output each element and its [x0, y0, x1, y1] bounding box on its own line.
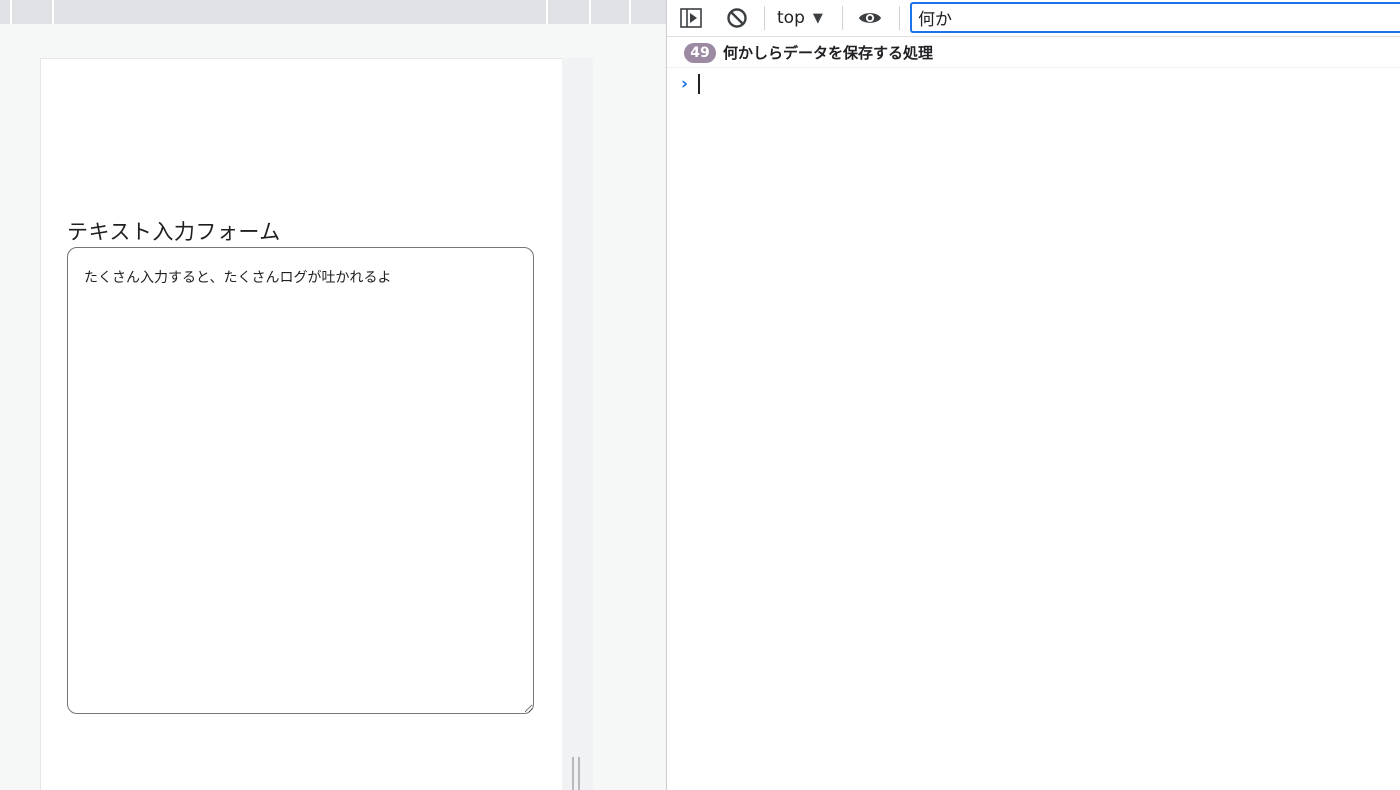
- devtools-console: top ▼ 49 何かしらデータを保存する処理 ›: [667, 0, 1400, 790]
- ruler-tick: [546, 0, 548, 24]
- viewport-ruler: [0, 0, 666, 24]
- viewport-gutter: [562, 58, 593, 790]
- console-prompt[interactable]: ›: [667, 70, 1400, 98]
- chevron-down-icon: ▼: [812, 10, 823, 26]
- clear-console-icon[interactable]: [725, 7, 749, 29]
- form-label: テキスト入力フォーム: [67, 220, 281, 244]
- ruler-tick: [589, 0, 591, 24]
- toolbar-separator: [764, 6, 765, 30]
- prompt-chevron-icon: ›: [681, 74, 689, 94]
- text-input-textarea[interactable]: たくさん入力すると、たくさんログが吐かれるよ: [67, 247, 534, 714]
- console-filter-input[interactable]: [910, 2, 1400, 33]
- repeat-count-badge: 49: [684, 42, 716, 63]
- device-preview-pane: テキスト入力フォーム たくさん入力すると、たくさんログが吐かれるよ: [0, 0, 666, 790]
- console-log-row[interactable]: 49 何かしらデータを保存する処理: [667, 38, 1400, 68]
- ruler-tick: [629, 0, 631, 24]
- ruler-tick: [10, 0, 12, 24]
- ruler-tick: [52, 0, 54, 24]
- context-selector[interactable]: top ▼: [777, 6, 823, 30]
- toolbar-separator: [899, 6, 900, 30]
- toolbar-separator: [842, 6, 843, 30]
- sidebar-toggle-icon[interactable]: [679, 7, 703, 29]
- text-cursor: [698, 74, 700, 94]
- viewport-resize-handle[interactable]: [572, 757, 582, 790]
- live-expression-icon[interactable]: [858, 7, 882, 29]
- context-label: top: [777, 8, 805, 28]
- log-message: 何かしらデータを保存する処理: [723, 44, 934, 62]
- console-toolbar: top ▼: [667, 0, 1400, 37]
